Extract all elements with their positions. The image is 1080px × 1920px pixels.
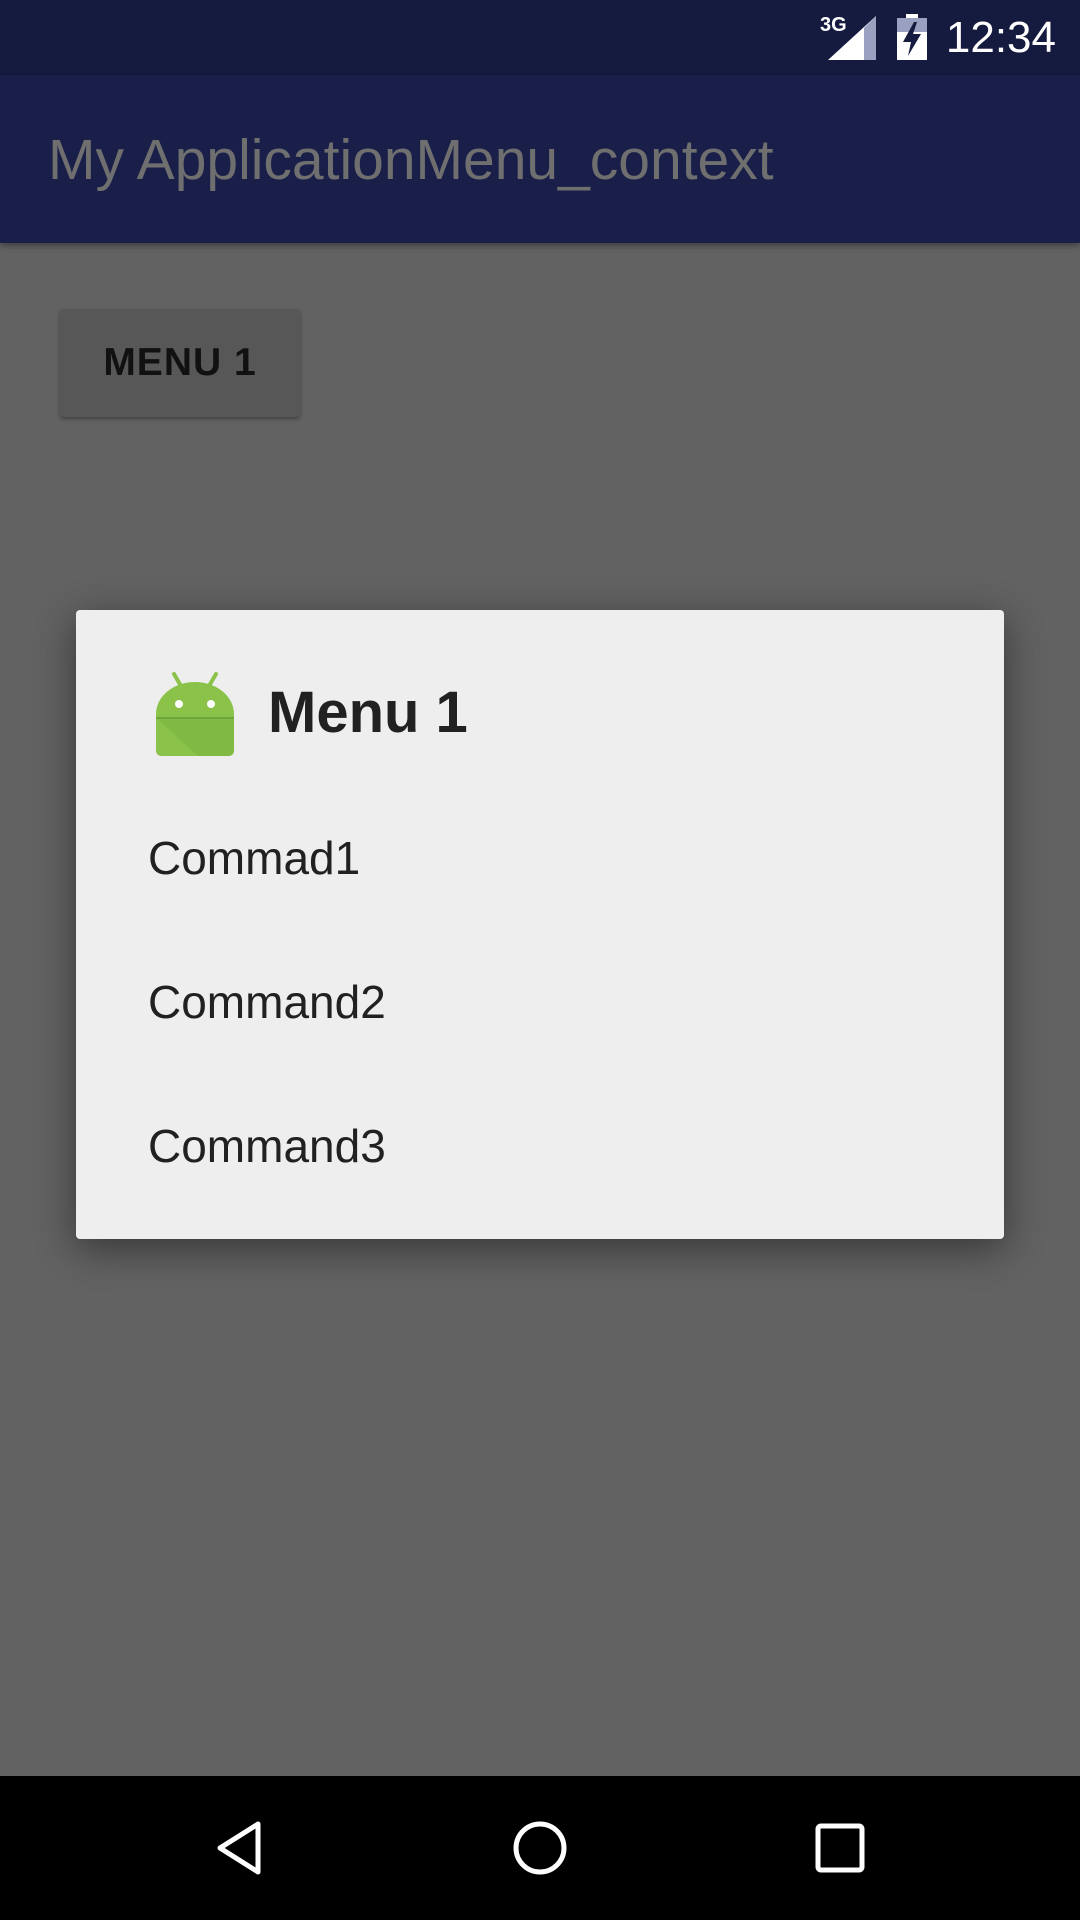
menu-item-command2[interactable]: Command2: [76, 930, 1004, 1074]
app-title: My ApplicationMenu_context: [48, 128, 774, 192]
screen: 3G 12:34 My ApplicationMenu_context MENU…: [0, 0, 1080, 1920]
menu-1-button[interactable]: MENU 1: [60, 309, 300, 417]
android-robot-icon: [156, 672, 234, 756]
battery-charging-icon: [897, 14, 927, 60]
context-menu-dialog: Menu 1 Commad1 Command2 Command3: [76, 610, 1004, 1239]
dialog-title: Menu 1: [268, 680, 468, 745]
recents-icon: [815, 1823, 865, 1873]
home-icon: [513, 1821, 567, 1875]
menu-item-command3[interactable]: Command3: [76, 1074, 1004, 1218]
back-button[interactable]: [190, 1798, 290, 1898]
status-bar: 3G 12:34: [0, 0, 1080, 75]
navigation-bar: [0, 1776, 1080, 1920]
recents-button[interactable]: [790, 1798, 890, 1898]
status-time: 12:34: [945, 13, 1056, 62]
app-bar: My ApplicationMenu_context: [0, 75, 1080, 243]
signal-icon: [828, 16, 876, 60]
home-button[interactable]: [490, 1798, 590, 1898]
menu-item-commad1[interactable]: Commad1: [76, 786, 1004, 930]
back-icon: [217, 1821, 261, 1875]
